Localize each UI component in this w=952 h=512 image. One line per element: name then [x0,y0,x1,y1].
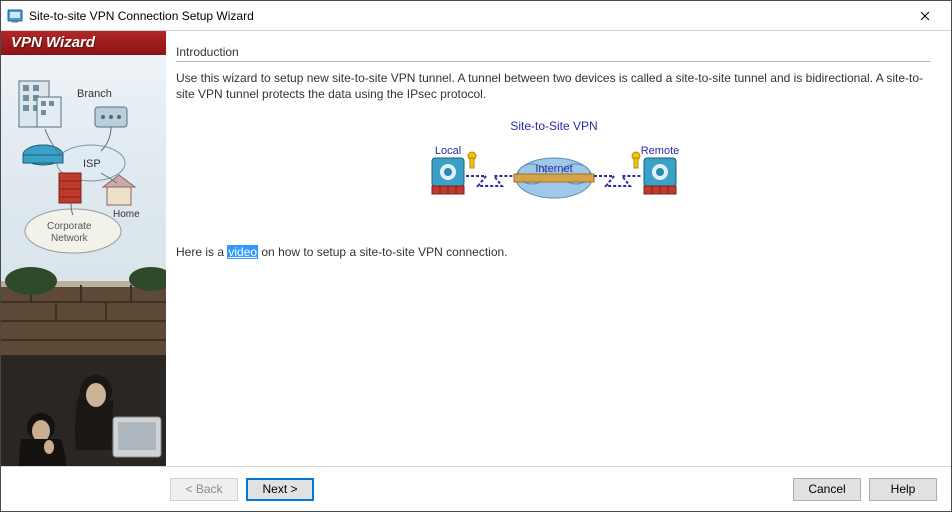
sidebar-title: VPN Wizard [1,31,166,55]
diagram-local-label: Local [434,145,460,157]
svg-text:Network: Network [51,233,89,244]
diagram-internet-label: Internet [535,163,572,175]
cancel-button[interactable]: Cancel [793,478,861,501]
branch-building-icon [19,81,61,127]
section-title: Introduction [176,45,931,59]
window-title: Site-to-site VPN Connection Setup Wizard [29,9,902,23]
back-button[interactable]: < Back [170,478,238,501]
branch-label: Branch [77,88,112,100]
diagram-remote-label: Remote [640,145,679,157]
content-area: Introduction Use this wizard to setup ne… [166,31,951,466]
video-prefix: Here is a [176,245,227,259]
link-left-icon [466,176,514,186]
diagram-title: Site-to-Site VPN [510,119,597,133]
key-left-icon [468,152,476,168]
local-device-icon [432,158,464,194]
switch-icon [95,107,127,127]
help-button[interactable]: Help [869,478,937,501]
wizard-body: VPN Wizard [1,31,951,466]
firewall-icon [59,173,81,203]
vpn-diagram: Site-to-Site VPN Local Remote [176,116,931,211]
intro-text: Use this wizard to setup new site-to-sit… [176,70,931,102]
next-button[interactable]: Next > [246,478,314,501]
svg-text:Corporate: Corporate [47,221,92,232]
sidebar: VPN Wizard [1,31,166,466]
key-right-icon [632,152,640,168]
video-link[interactable]: video [227,245,258,259]
video-suffix: on how to setup a site-to-site VPN conne… [258,245,507,259]
link-right-icon [594,176,642,186]
home-icon [103,175,135,205]
app-icon [7,8,23,24]
wizard-footer: < Back Next > Cancel Help [1,466,951,511]
isp-label: ISP [83,158,101,170]
section-divider [176,61,931,62]
remote-device-icon [644,158,676,194]
video-help-line: Here is a video on how to setup a site-t… [176,245,931,259]
wizard-window: Site-to-site VPN Connection Setup Wizard… [0,0,952,512]
close-icon [920,11,930,21]
sidebar-graphic: Branch ISP [1,55,166,466]
close-button[interactable] [902,1,947,30]
home-label: Home [113,209,140,220]
titlebar: Site-to-site VPN Connection Setup Wizard [1,1,951,31]
